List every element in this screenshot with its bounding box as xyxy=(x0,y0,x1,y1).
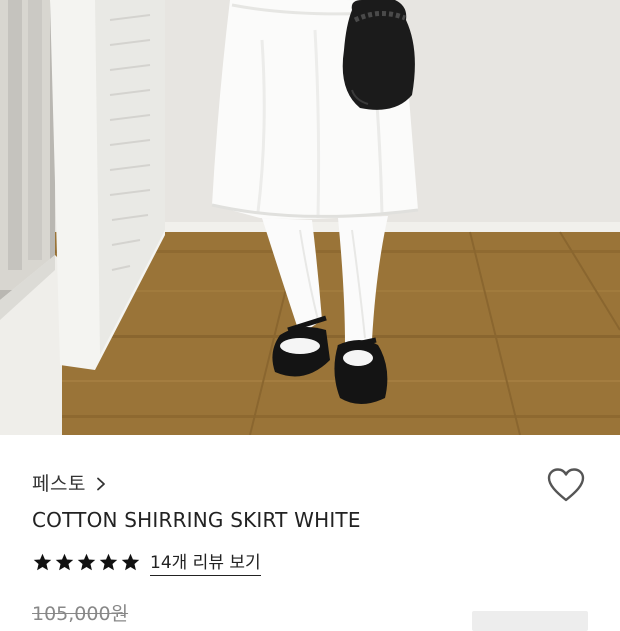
chevron-right-icon xyxy=(94,476,108,490)
product-title: COTTON SHIRRING SKIRT WHITE xyxy=(32,508,361,532)
reviews-link[interactable]: 14개 리뷰 보기 xyxy=(150,548,261,576)
star-filled-icon xyxy=(33,553,52,572)
wishlist-heart-icon[interactable] xyxy=(546,467,586,503)
star-filled-icon xyxy=(55,553,74,572)
product-info-panel: 페스토 COTTON SHIRRING SKIRT WHITE 14개 리뷰 보… xyxy=(0,435,620,631)
coupon-button[interactable] xyxy=(472,611,588,631)
original-price: 105,000원 xyxy=(32,603,129,625)
star-filled-icon xyxy=(121,553,140,572)
rating-row: 14개 리뷰 보기 xyxy=(33,548,261,576)
brand-link[interactable]: 페스토 xyxy=(32,469,108,496)
rating-stars xyxy=(33,553,140,572)
star-filled-icon xyxy=(99,553,118,572)
star-filled-icon xyxy=(77,553,96,572)
product-photo[interactable] xyxy=(0,0,620,435)
brand-name: 페스토 xyxy=(32,473,86,495)
product-image xyxy=(0,0,620,435)
